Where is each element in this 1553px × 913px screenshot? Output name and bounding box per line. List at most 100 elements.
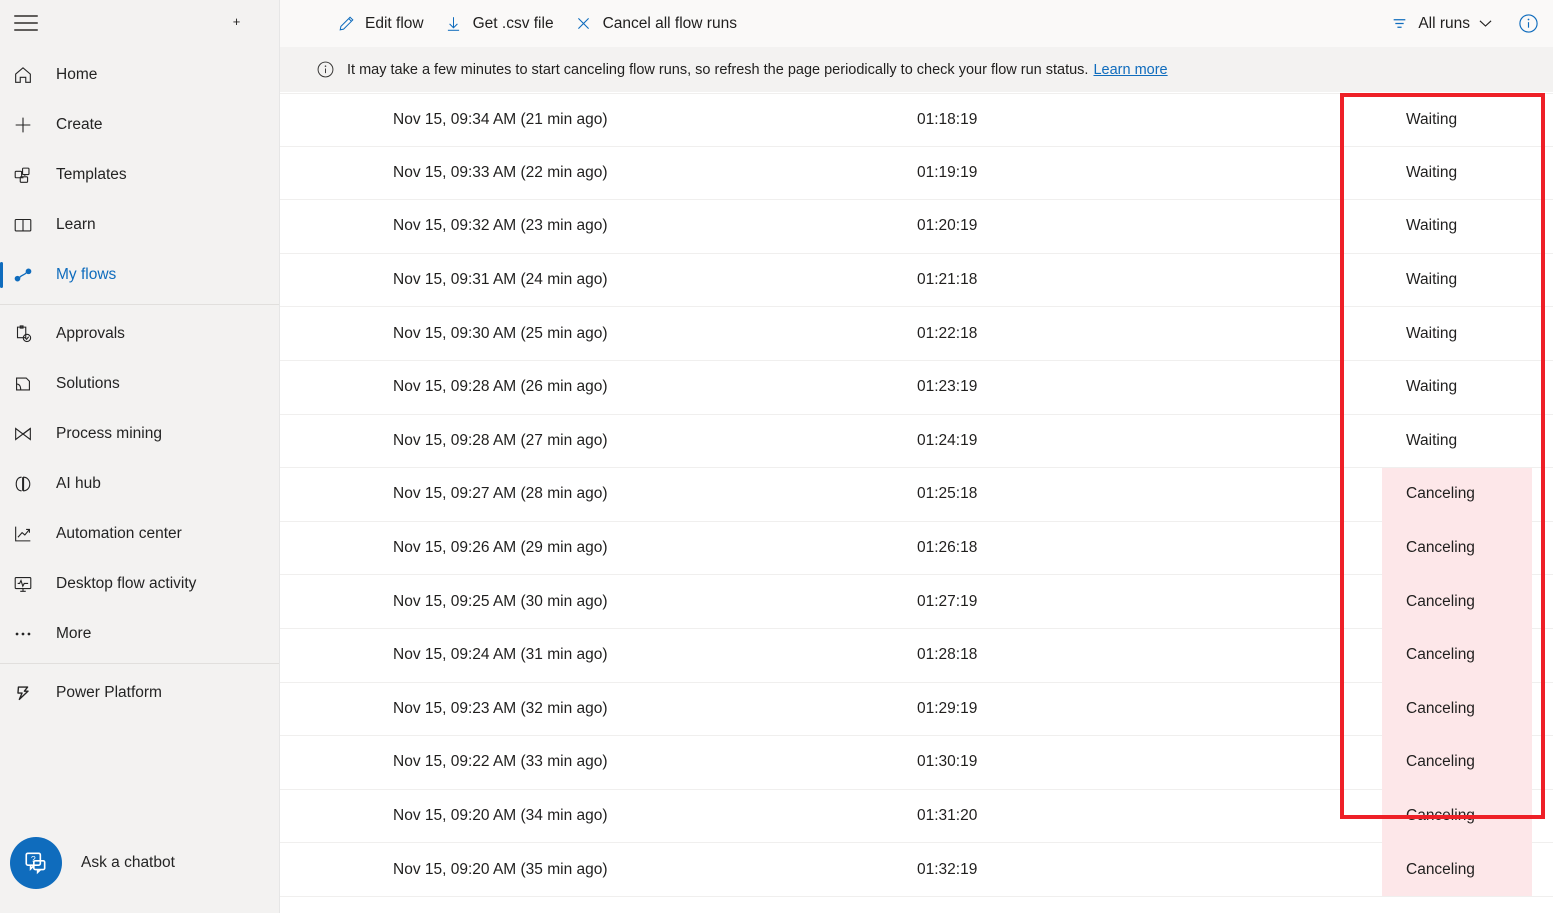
sidebar-item-process-mining[interactable]: Process mining — [0, 409, 279, 459]
run-duration: 01:18:19 — [917, 111, 977, 129]
hamburger-menu-icon[interactable] — [14, 12, 38, 34]
sidebar-item-label: Process mining — [56, 425, 162, 443]
flow-runs-table: Nov 15, 09:34 AM (21 min ago)01:18:19Wai… — [280, 93, 1553, 913]
run-duration: 01:21:18 — [917, 271, 977, 289]
table-row[interactable]: Nov 15, 09:28 AM (27 min ago)01:24:19Wai… — [280, 415, 1553, 469]
run-status-badge: Waiting — [1382, 146, 1532, 200]
run-status-badge: Waiting — [1382, 200, 1532, 254]
sidebar-item-power-platform[interactable]: Power Platform — [0, 668, 279, 718]
table-row[interactable]: Nov 15, 09:24 AM (31 min ago)01:28:18Can… — [280, 629, 1553, 683]
command-toolbar: Edit flow Get .csv file — [280, 0, 1553, 47]
sidebar-divider — [0, 663, 279, 664]
sidebar-item-approvals[interactable]: Approvals — [0, 309, 279, 359]
sidebar-item-label: Power Platform — [56, 684, 162, 702]
message-bar: It may take a few minutes to start cance… — [280, 47, 1553, 93]
sidebar-item-ai-hub[interactable]: AI hub — [0, 459, 279, 509]
table-row[interactable]: Nov 15, 09:25 AM (30 min ago)01:27:19Can… — [280, 575, 1553, 629]
svg-text:?: ? — [31, 854, 36, 864]
table-row[interactable]: Nov 15, 09:30 AM (25 min ago)01:22:18Wai… — [280, 307, 1553, 361]
learn-more-link[interactable]: Learn more — [1093, 62, 1167, 78]
sidebar-item-create[interactable]: Create — [0, 100, 279, 150]
trend-chart-icon — [12, 521, 46, 547]
close-x-icon — [574, 14, 594, 34]
run-status-badge: Waiting — [1382, 360, 1532, 414]
get-csv-label: Get .csv file — [473, 15, 554, 33]
run-duration: 01:22:18 — [917, 325, 977, 343]
run-start-time: Nov 15, 09:28 AM (26 min ago) — [393, 378, 608, 396]
run-duration: 01:26:18 — [917, 539, 977, 557]
sidebar-item-solutions[interactable]: Solutions — [0, 359, 279, 409]
chatbot-label: Ask a chatbot — [81, 854, 175, 872]
info-circle-icon[interactable] — [1518, 13, 1539, 34]
run-start-time: Nov 15, 09:20 AM (35 min ago) — [393, 861, 608, 879]
table-row[interactable]: Nov 15, 09:23 AM (32 min ago) 01:29:19 Can… — [280, 683, 1553, 737]
run-start-time: Nov 15, 09:23 AM (32 min ago) — [393, 700, 608, 718]
run-status-badge: Waiting — [1382, 253, 1532, 307]
table-row[interactable]: Nov 15, 09:32 AM (23 min ago) 01:20:19 Wai… — [280, 200, 1553, 254]
ai-brain-icon — [12, 471, 46, 497]
flow-runs-rows: Nov 15, 09:34 AM (21 min ago)01:18:19Wai… — [280, 93, 1553, 897]
sidebar-item-label: Home — [56, 66, 97, 84]
run-start-time: Nov 15, 09:31 AM (24 min ago) — [393, 271, 608, 289]
table-row[interactable]: Nov 15, 09:33 AM (22 min ago) 01:19:19 Wai… — [280, 147, 1553, 201]
info-circle-icon — [316, 60, 335, 79]
run-status-badge: Waiting — [1382, 414, 1532, 468]
table-row[interactable]: Nov 15, 09:20 AM (35 min ago)01:32:19Can… — [280, 843, 1553, 897]
run-start-time: Nov 15, 09:30 AM (25 min ago) — [393, 325, 608, 343]
sidebar-item-label: Approvals — [56, 325, 125, 343]
toolbar-right-group: All runs — [1379, 4, 1543, 44]
sidebar-nav: Home Create Templates Learn My flows Approval… — [0, 46, 279, 718]
plus-icon — [12, 112, 46, 138]
table-row[interactable]: Nov 15, 09:22 AM (33 min ago)01:30:19Can… — [280, 736, 1553, 790]
run-status-badge: Waiting — [1382, 93, 1532, 147]
run-duration: 01:23:19 — [917, 378, 977, 396]
monitor-activity-icon — [12, 571, 46, 597]
run-duration: 01:19:19 — [917, 164, 977, 182]
edit-flow-label: Edit flow — [365, 15, 424, 33]
run-start-time: Nov 15, 09:20 AM (34 min ago) — [393, 807, 608, 825]
all-runs-filter-button[interactable]: All runs — [1379, 4, 1502, 44]
sidebar-item-more[interactable]: More — [0, 609, 279, 659]
sidebar-item-home[interactable]: Home — [0, 50, 279, 100]
chat-question-icon[interactable]: ? — [10, 837, 62, 889]
sidebar-item-my-flows[interactable]: My flows — [0, 250, 279, 300]
sidebar-item-desktop-flow-activity[interactable]: Desktop flow activity — [0, 559, 279, 609]
run-start-time: Nov 15, 09:33 AM (22 min ago) — [393, 164, 608, 182]
chatbot-launcher[interactable]: ? Ask a chatbot — [0, 813, 280, 913]
run-start-time: Nov 15, 09:32 AM (23 min ago) — [393, 217, 608, 235]
table-row[interactable]: Nov 15, 09:26 AM (29 min ago)01:26:18Can… — [280, 522, 1553, 576]
run-start-time: Nov 15, 09:25 AM (30 min ago) — [393, 593, 608, 611]
table-row[interactable]: Nov 15, 09:31 AM (24 min ago) 01:21:18 Wai… — [280, 254, 1553, 308]
run-duration: 01:29:19 — [917, 700, 977, 718]
table-row[interactable]: Nov 15, 09:20 AM (34 min ago) 01:31:20 Can… — [280, 790, 1553, 844]
run-status-badge: Canceling — [1382, 682, 1532, 736]
sidebar-header: + — [0, 0, 279, 46]
run-duration: 01:28:18 — [917, 646, 977, 664]
sidebar-item-label: Learn — [56, 216, 96, 234]
get-csv-button[interactable]: Get .csv file — [434, 4, 564, 44]
run-duration: 01:27:19 — [917, 593, 977, 611]
sidebar-item-label: Desktop flow activity — [56, 575, 196, 593]
run-status-badge: Canceling — [1382, 789, 1532, 843]
table-row[interactable]: Nov 15, 09:28 AM (26 min ago) 01:23:19 Wai… — [280, 361, 1553, 415]
table-row[interactable]: Nov 15, 09:34 AM (21 min ago)01:18:19Wai… — [280, 93, 1553, 147]
run-start-time: Nov 15, 09:28 AM (27 min ago) — [393, 432, 608, 450]
main-content: Edit flow Get .csv file — [280, 0, 1553, 913]
run-start-time: Nov 15, 09:22 AM (33 min ago) — [393, 753, 608, 771]
sidebar-item-learn[interactable]: Learn — [0, 200, 279, 250]
sidebar-item-label: Create — [56, 116, 103, 134]
run-duration: 01:20:19 — [917, 217, 977, 235]
sidebar-item-templates[interactable]: Templates — [0, 150, 279, 200]
run-status-badge: Canceling — [1382, 628, 1532, 682]
process-mining-icon — [12, 421, 46, 447]
table-row[interactable]: Nov 15, 09:27 AM (28 min ago)01:25:18Can… — [280, 468, 1553, 522]
app-root: + Home Create Templates Learn My flows Approv… — [0, 0, 1553, 913]
run-duration: 01:31:20 — [917, 807, 977, 825]
run-duration: 01:32:19 — [917, 861, 977, 879]
sidebar-item-automation-center[interactable]: Automation center — [0, 509, 279, 559]
solutions-icon — [12, 371, 46, 397]
edit-flow-button[interactable]: Edit flow — [326, 4, 434, 44]
cancel-all-flow-runs-button[interactable]: Cancel all flow runs — [564, 4, 747, 44]
run-status-badge: Canceling — [1382, 521, 1532, 575]
sidebar-divider — [0, 304, 279, 305]
